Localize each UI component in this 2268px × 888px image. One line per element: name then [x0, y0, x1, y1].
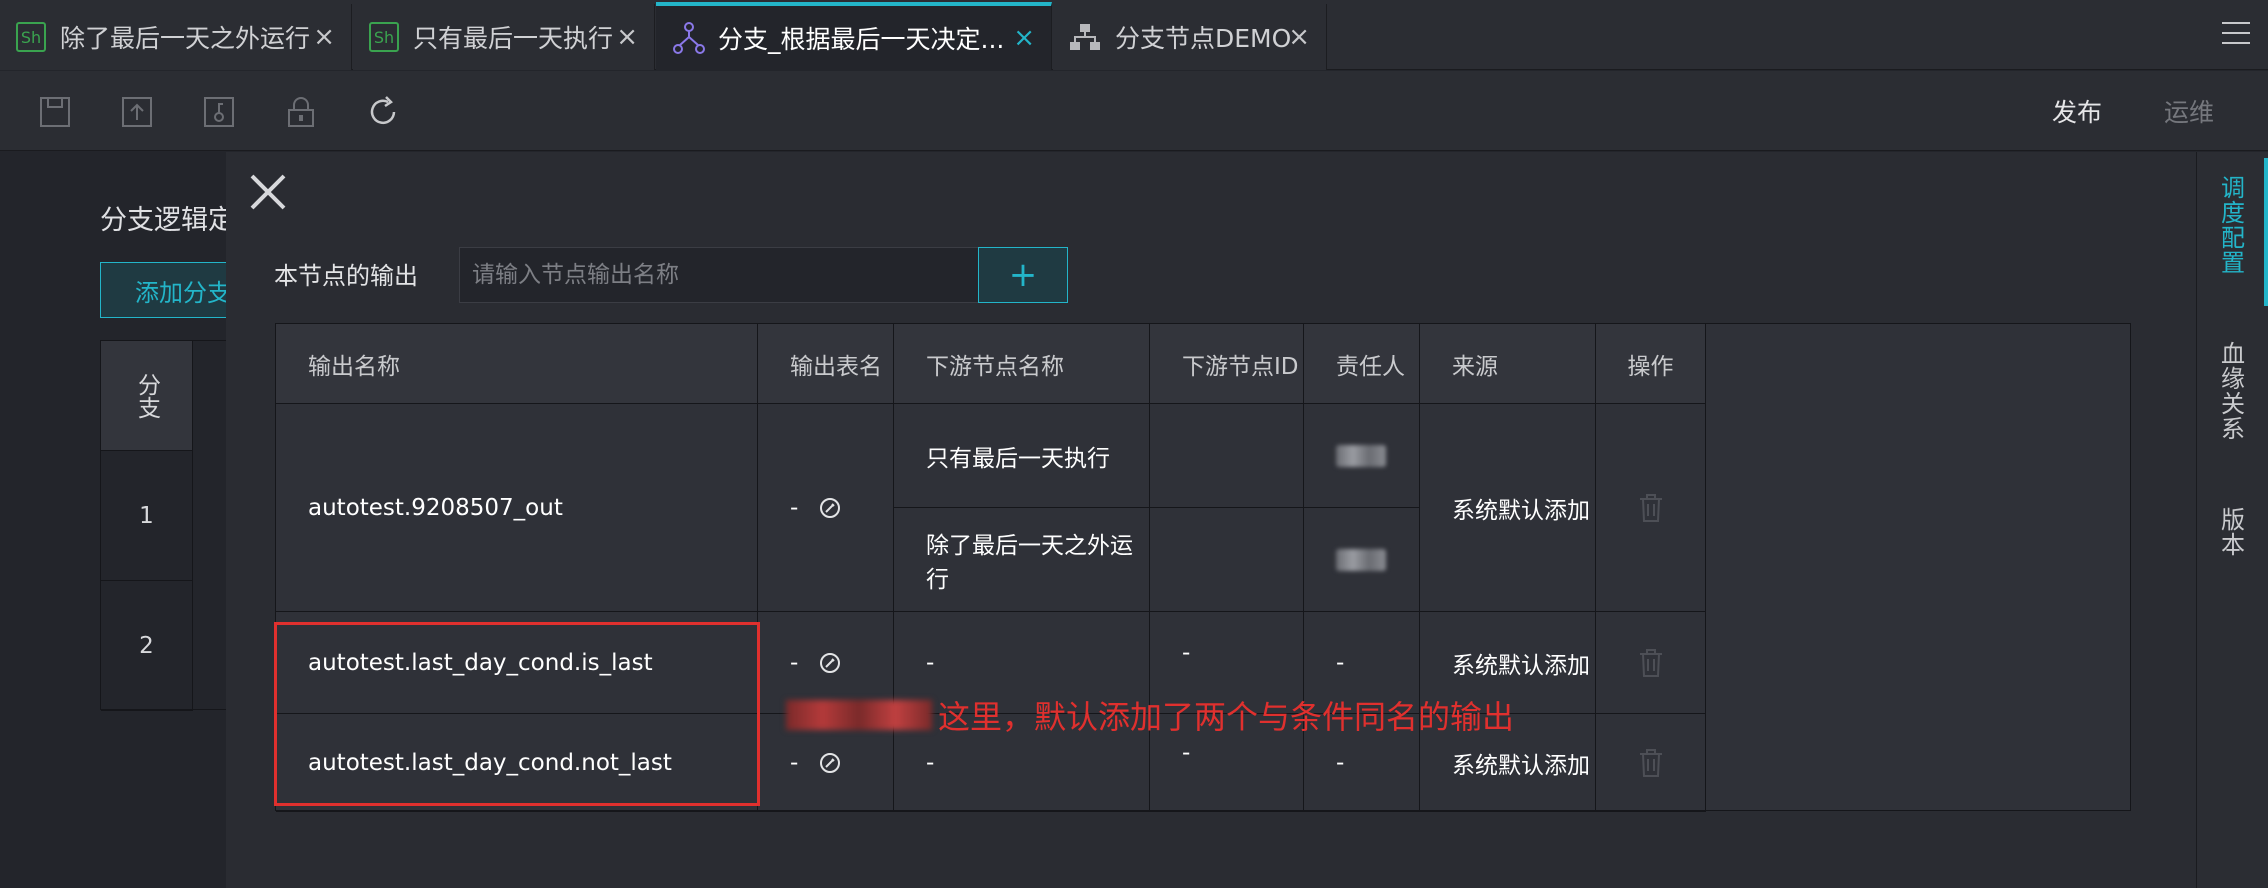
shell-icon: Sh — [16, 22, 46, 52]
output-drawer: 本节点的输出 + 输出名称 输出表名 下游节点名称 下游节点ID 责任人 来源 … — [226, 152, 2196, 888]
trash-icon[interactable] — [1638, 648, 1664, 678]
rail-lineage[interactable]: 血缘关系 — [2219, 342, 2247, 442]
table-name-value: - — [790, 649, 799, 676]
close-icon[interactable]: × — [1288, 22, 1310, 52]
tab-bar: Sh 除了最后一天之外运行 × Sh 只有最后一天执行 × 分支_根据最后一天决… — [0, 0, 2268, 70]
node-output-label: 本节点的输出 — [274, 262, 418, 290]
source-cell: 系统默认添加 — [1420, 404, 1596, 612]
submit-icon[interactable] — [120, 95, 154, 129]
branch-logic-title: 分支逻辑定 — [100, 205, 235, 236]
downstream-node-name: 除了最后一天之外运行 — [894, 508, 1150, 612]
tab-only-last-day[interactable]: Sh 只有最后一天执行 × — [353, 4, 655, 70]
rail-active-indicator — [2264, 158, 2268, 306]
close-icon[interactable]: × — [313, 22, 335, 52]
col-header: 输出表名 — [758, 324, 894, 404]
trash-icon[interactable] — [1638, 493, 1664, 523]
add-output-button[interactable]: + — [978, 247, 1068, 303]
action-cell — [1596, 612, 1706, 714]
owner-avatar-blurred — [1336, 444, 1386, 467]
rail-schedule-config[interactable]: 调度配置 — [2219, 176, 2247, 276]
rail-version[interactable]: 版本 — [2219, 508, 2247, 558]
unlock-icon[interactable] — [284, 95, 318, 129]
edit-icon[interactable] — [818, 751, 842, 775]
tab-branch-active[interactable]: 分支_根据最后一天决定... × — [656, 2, 1052, 70]
tab-label: 分支节点DEMO — [1115, 24, 1292, 53]
edit-icon[interactable] — [818, 496, 842, 520]
tab-label: 除了最后一天之外运行 — [60, 24, 311, 53]
publish-button[interactable]: 发布 — [2052, 93, 2102, 129]
close-icon[interactable]: × — [1013, 23, 1035, 53]
refresh-icon[interactable] — [366, 95, 400, 129]
tab-branch-demo[interactable]: 分支节点DEMO × — [1053, 4, 1327, 70]
menu-icon[interactable] — [2222, 22, 2250, 48]
output-name-input[interactable] — [459, 247, 979, 303]
table-row-table-name: - — [758, 404, 894, 612]
close-icon[interactable] — [248, 172, 288, 212]
action-cell — [1596, 714, 1706, 812]
trash-icon[interactable] — [1638, 748, 1664, 778]
table-row-output-name: autotest.9208507_out — [276, 404, 758, 612]
downstream-node-id — [1150, 508, 1304, 612]
table-name-value: - — [790, 749, 799, 776]
tab-label: 分支_根据最后一天决定... — [718, 25, 1005, 54]
branch-row: 2 — [101, 581, 193, 711]
owner-cell — [1304, 404, 1420, 508]
downstream-node-id — [1150, 404, 1304, 508]
lock-icon[interactable] — [202, 95, 236, 129]
annotation-highlight-box — [274, 622, 760, 806]
downstream-node-name: 只有最后一天执行 — [894, 404, 1150, 508]
tab-except-last-day[interactable]: Sh 除了最后一天之外运行 × — [0, 4, 352, 70]
edit-icon[interactable] — [818, 651, 842, 675]
owner-avatar-blurred — [1336, 548, 1386, 571]
branch-table: 分支 1 2 — [100, 340, 230, 711]
close-icon[interactable]: × — [616, 22, 638, 52]
col-header: 责任人 — [1304, 324, 1420, 404]
col-header: 输出名称 — [276, 324, 758, 404]
col-header: 操作 — [1596, 324, 1706, 404]
add-branch-button[interactable]: 添加分支 — [100, 262, 240, 318]
flow-icon — [1069, 22, 1101, 52]
annotation-text: 这里，默认添加了两个与条件同名的输出 — [786, 692, 1514, 738]
annotation-label: 这里，默认添加了两个与条件同名的输出 — [938, 698, 1515, 736]
tab-label: 只有最后一天执行 — [413, 24, 614, 53]
owner-cell — [1304, 508, 1420, 612]
save-icon[interactable] — [38, 95, 72, 129]
branch-row: 1 — [101, 451, 193, 581]
shell-icon: Sh — [369, 22, 399, 52]
branch-icon — [672, 21, 706, 55]
action-cell — [1596, 404, 1706, 612]
col-header: 下游节点名称 — [894, 324, 1150, 404]
right-rail: 调度配置 血缘关系 版本 — [2196, 152, 2268, 888]
branch-header: 分支 — [101, 341, 193, 451]
table-name-value: - — [790, 494, 799, 521]
col-header: 下游节点ID — [1150, 324, 1304, 404]
blurred-text — [786, 700, 932, 730]
col-header: 来源 — [1420, 324, 1596, 404]
toolbar: 发布 运维 — [0, 71, 2268, 151]
ops-button[interactable]: 运维 — [2164, 93, 2214, 129]
